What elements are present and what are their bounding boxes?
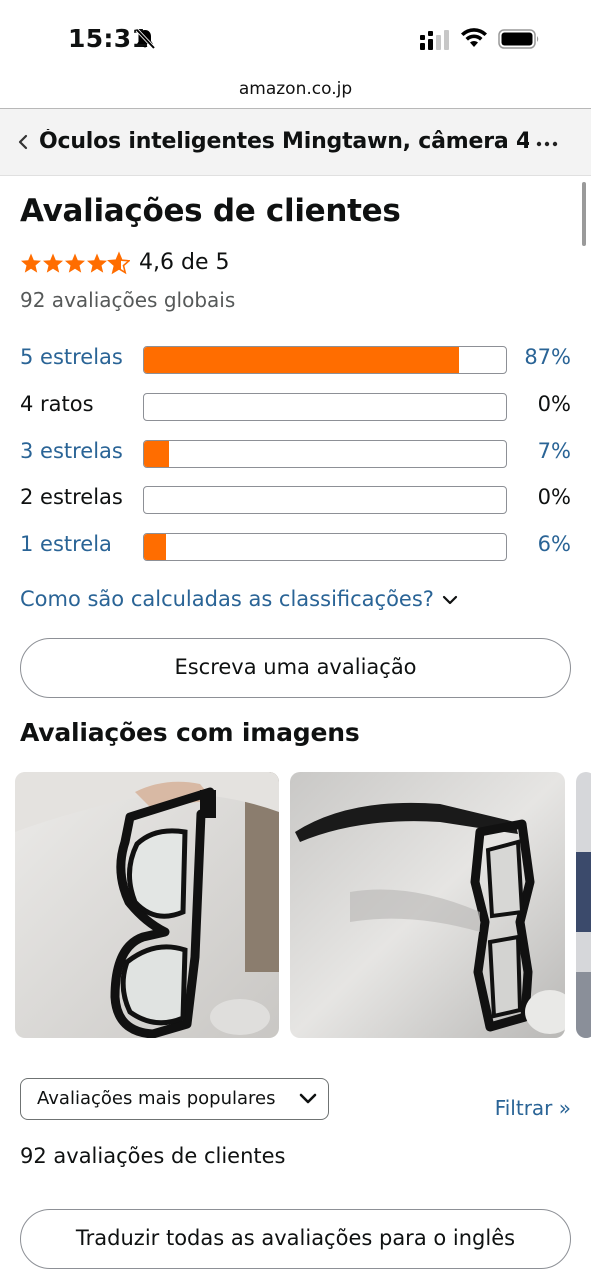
reviews-title: Avaliações de clientes bbox=[20, 193, 401, 229]
star-full-icon bbox=[65, 253, 85, 273]
star-full-icon bbox=[87, 253, 107, 273]
signal-icon bbox=[420, 30, 449, 50]
histogram-bar bbox=[143, 486, 507, 514]
histogram-label[interactable]: 1 estrela bbox=[20, 532, 112, 556]
rating-text: 4,6 de 5 bbox=[139, 250, 230, 275]
review-count: 92 avaliações de clientes bbox=[20, 1144, 286, 1168]
product-title[interactable]: Óculos inteligentes Mingtawn, câmera 4K bbox=[39, 129, 529, 154]
histogram-fill bbox=[144, 441, 170, 467]
review-photo[interactable] bbox=[576, 772, 591, 1038]
global-ratings-count: 92 avaliações globais bbox=[20, 288, 236, 312]
chevron-down-icon bbox=[299, 1093, 317, 1104]
histogram-percent[interactable]: 7% bbox=[538, 439, 571, 463]
chevron-left-icon[interactable] bbox=[17, 133, 29, 151]
star-half-icon bbox=[108, 252, 130, 274]
review-photo[interactable] bbox=[290, 772, 565, 1038]
status-bar: 15:31 bbox=[0, 0, 591, 72]
histogram-bar bbox=[143, 346, 507, 374]
histogram-row-2: 2 estrelas 0% bbox=[0, 485, 591, 515]
scrollbar[interactable] bbox=[582, 182, 586, 246]
histogram-bar bbox=[143, 393, 507, 421]
star-full-icon bbox=[43, 253, 63, 273]
how-ratings-calculated-link[interactable]: Como são calculadas as classificações? bbox=[20, 587, 458, 611]
histogram-percent: 0% bbox=[537, 485, 571, 509]
battery-icon bbox=[498, 29, 539, 49]
histogram-label[interactable]: 5 estrelas bbox=[20, 345, 123, 369]
histogram-row-1[interactable]: 1 estrela 6% bbox=[0, 532, 591, 562]
product-header: Óculos inteligentes Mingtawn, câmera 4K bbox=[0, 109, 591, 176]
histogram-bar bbox=[143, 533, 507, 561]
image-reviews-title: Avaliações com imagens bbox=[20, 718, 360, 747]
sort-selected-label: Avaliações mais populares bbox=[37, 1088, 276, 1109]
histogram-percent: 0% bbox=[537, 392, 571, 416]
histogram-bar bbox=[143, 440, 507, 468]
star-rating bbox=[21, 252, 130, 274]
histogram-label: 4 ratos bbox=[20, 392, 94, 416]
histogram-percent[interactable]: 6% bbox=[538, 532, 571, 556]
histogram-row-3[interactable]: 3 estrelas 7% bbox=[0, 439, 591, 469]
histogram-fill bbox=[144, 347, 459, 373]
histogram-label[interactable]: 3 estrelas bbox=[20, 439, 123, 463]
how-calculated-label: Como são calculadas as classificações? bbox=[20, 587, 434, 611]
histogram-fill bbox=[144, 534, 166, 560]
histogram-row-4: 4 ratos 0% bbox=[0, 392, 591, 422]
histogram-percent[interactable]: 87% bbox=[524, 345, 571, 369]
write-review-button[interactable]: Escreva uma avaliação bbox=[20, 638, 571, 698]
url-bar[interactable]: amazon.co.jp bbox=[0, 72, 591, 108]
filter-link[interactable]: Filtrar » bbox=[495, 1096, 571, 1120]
histogram-label: 2 estrelas bbox=[20, 485, 123, 509]
wifi-icon bbox=[461, 28, 487, 47]
star-full-icon bbox=[21, 253, 41, 273]
chevron-down-icon bbox=[442, 595, 458, 605]
translate-reviews-button[interactable]: Traduzir todas as avaliações para o ingl… bbox=[20, 1209, 571, 1269]
histogram-row-5[interactable]: 5 estrelas 87% bbox=[0, 345, 591, 375]
review-photo[interactable] bbox=[15, 772, 279, 1038]
bell-slash-icon bbox=[135, 28, 156, 50]
ellipsis-icon[interactable] bbox=[536, 141, 558, 147]
sort-dropdown[interactable]: Avaliações mais populares bbox=[20, 1078, 329, 1120]
